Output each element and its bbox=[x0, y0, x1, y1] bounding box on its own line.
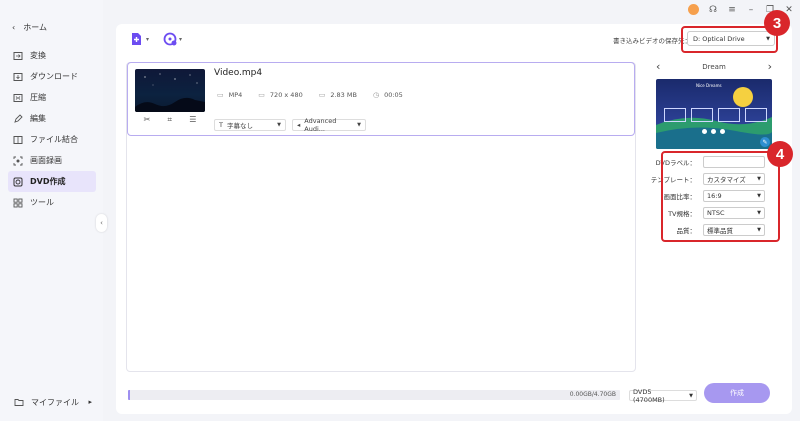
preview-nav-dot bbox=[720, 129, 725, 134]
home-button[interactable]: ‹ ホーム bbox=[12, 22, 47, 33]
toolbar: ▾ ▾ bbox=[130, 32, 182, 46]
scissors-icon[interactable]: ✂ bbox=[144, 115, 151, 125]
add-dvd-button[interactable]: ▾ bbox=[163, 32, 182, 46]
sidebar-item-compress[interactable]: 圧縮 bbox=[8, 87, 96, 108]
preview-nav-dot bbox=[702, 129, 707, 134]
chevron-left-icon: ‹ bbox=[100, 219, 103, 227]
sidebar-item-edit[interactable]: 編集 bbox=[8, 108, 96, 129]
chevron-down-icon: ▾ bbox=[146, 35, 150, 43]
add-file-button[interactable]: ▾ bbox=[130, 32, 149, 46]
video-format-icon: ▭ bbox=[217, 91, 224, 99]
chevron-right-icon[interactable]: › bbox=[768, 60, 772, 73]
preview-thumb bbox=[745, 108, 767, 122]
bottom-bar: 0.00GB/4.70GB DVD5 (4700MB) ▼ 作成 bbox=[128, 383, 780, 404]
template-name: Dream bbox=[702, 62, 726, 71]
my-files-button[interactable]: マイファイル ▸ bbox=[8, 392, 96, 412]
collapse-sidebar-button[interactable]: ‹ bbox=[96, 214, 107, 232]
back-chevron-icon: ‹ bbox=[12, 23, 16, 32]
sidebar-item-screen-record[interactable]: 画面録画 bbox=[8, 150, 96, 171]
preview-nav-dot bbox=[711, 129, 716, 134]
headset-icon[interactable]: ☊ bbox=[708, 5, 718, 15]
burn-button[interactable]: 作成 bbox=[704, 383, 770, 403]
disc-capacity-bar: 0.00GB/4.70GB bbox=[128, 390, 620, 400]
template-selector: ‹ Dream › bbox=[656, 60, 772, 73]
chevron-down-icon: ▾ bbox=[179, 35, 183, 43]
avatar[interactable] bbox=[688, 4, 699, 15]
subtitle-select[interactable]: T 字幕なし ▼ bbox=[214, 119, 286, 131]
preview-title: Nice Dreams bbox=[696, 83, 722, 88]
video-filename: Video.mp4 bbox=[214, 68, 263, 78]
dvd-icon bbox=[13, 177, 23, 186]
sidebar-item-dvd[interactable]: DVD作成 bbox=[8, 171, 96, 192]
preview-thumb bbox=[718, 108, 740, 122]
annotation-box-3 bbox=[681, 26, 778, 53]
video-meta: ▭ MP4 ▭ 720 x 480 ▭ 2.83 MB ◷ 00:05 bbox=[217, 91, 403, 99]
disc-capacity-text: 0.00GB/4.70GB bbox=[569, 391, 616, 398]
crop-icon[interactable]: ⌗ bbox=[168, 115, 173, 125]
video-thumbnail[interactable] bbox=[135, 69, 205, 112]
effects-icon[interactable]: ☰ bbox=[189, 115, 196, 125]
clock-icon: ◷ bbox=[372, 91, 380, 99]
add-disc-icon bbox=[163, 32, 177, 46]
sidebar-item-merge[interactable]: ファイル結合 bbox=[8, 129, 96, 150]
sidebar-item-tools[interactable]: ツール bbox=[8, 192, 96, 213]
sidebar-nav: 変換 ダウンロード 圧縮 編集 ファイル結合 画面録画 DVD作成 ツール bbox=[8, 45, 96, 213]
disc-capacity-fill bbox=[128, 390, 131, 400]
edit-icon bbox=[14, 113, 23, 123]
convert-icon bbox=[13, 51, 23, 60]
tools-icon bbox=[13, 198, 23, 207]
compress-icon bbox=[13, 93, 23, 102]
chevron-left-icon[interactable]: ‹ bbox=[656, 60, 660, 73]
resolution-icon: ▭ bbox=[258, 91, 265, 99]
sidebar-item-download[interactable]: ダウンロード bbox=[8, 66, 96, 87]
sidebar: ‹ ホーム 変換 ダウンロード 圧縮 編集 ファイル結合 画面録画 DVD作成 … bbox=[0, 0, 103, 421]
preview-thumb bbox=[691, 108, 713, 122]
minimize-icon[interactable]: – bbox=[746, 5, 756, 15]
dropdown-arrow-icon: ▼ bbox=[689, 392, 693, 399]
audio-wave-icon: ◂ bbox=[297, 121, 301, 129]
menu-icon[interactable]: ≡ bbox=[727, 5, 737, 15]
annotation-box-4 bbox=[661, 151, 780, 242]
screen-record-icon bbox=[13, 156, 23, 165]
chevron-right-icon: ▸ bbox=[88, 398, 92, 406]
folder-icon: ▭ bbox=[318, 91, 326, 99]
annotation-number-4: 4 bbox=[767, 141, 793, 167]
burn-target-label: 書き込みビデオの保存先： bbox=[613, 37, 691, 45]
disc-type-select[interactable]: DVD5 (4700MB) ▼ bbox=[629, 388, 697, 404]
preview-thumb bbox=[664, 108, 686, 122]
merge-icon bbox=[13, 135, 23, 144]
dropdown-arrow-icon: ▼ bbox=[357, 122, 361, 128]
thumbnail-tools: ✂ ⌗ ☰ bbox=[135, 115, 205, 125]
download-icon bbox=[13, 72, 23, 81]
sidebar-item-convert[interactable]: 変換 bbox=[8, 45, 96, 66]
template-preview[interactable]: Nice Dreams ✎ bbox=[656, 79, 772, 149]
dropdown-arrow-icon: ▼ bbox=[277, 122, 281, 128]
add-file-icon bbox=[132, 33, 141, 45]
subtitle-icon: T bbox=[219, 121, 223, 129]
night-sky-thumbnail-image bbox=[135, 73, 205, 112]
audio-track-select[interactable]: ◂ Advanced Audi... ▼ bbox=[292, 117, 366, 133]
folder-icon bbox=[14, 399, 24, 406]
home-label: ホーム bbox=[23, 23, 47, 32]
annotation-number-3: 3 bbox=[764, 10, 790, 36]
video-item-card[interactable]: ✂ ⌗ ☰ Video.mp4 ▭ MP4 ▭ 720 x 480 ▭ 2.83 MB… bbox=[127, 62, 635, 136]
